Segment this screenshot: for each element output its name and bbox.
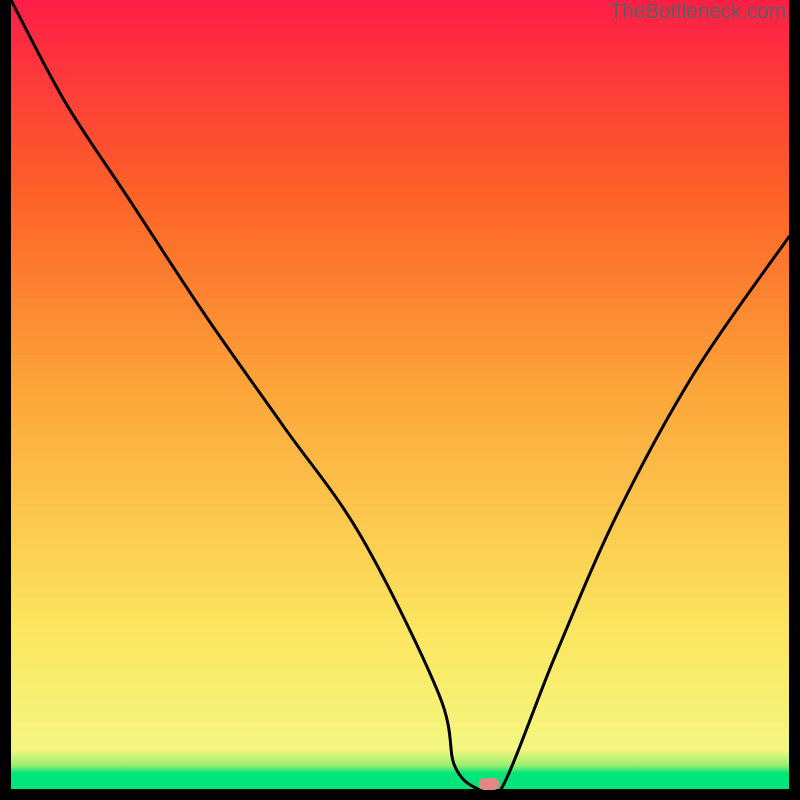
plot-area <box>11 0 789 789</box>
bottleneck-curve <box>11 0 789 789</box>
chart-frame: TheBottleneck.com <box>0 0 800 800</box>
optimal-marker <box>479 778 500 790</box>
watermark-text: TheBottleneck.com <box>610 0 786 24</box>
